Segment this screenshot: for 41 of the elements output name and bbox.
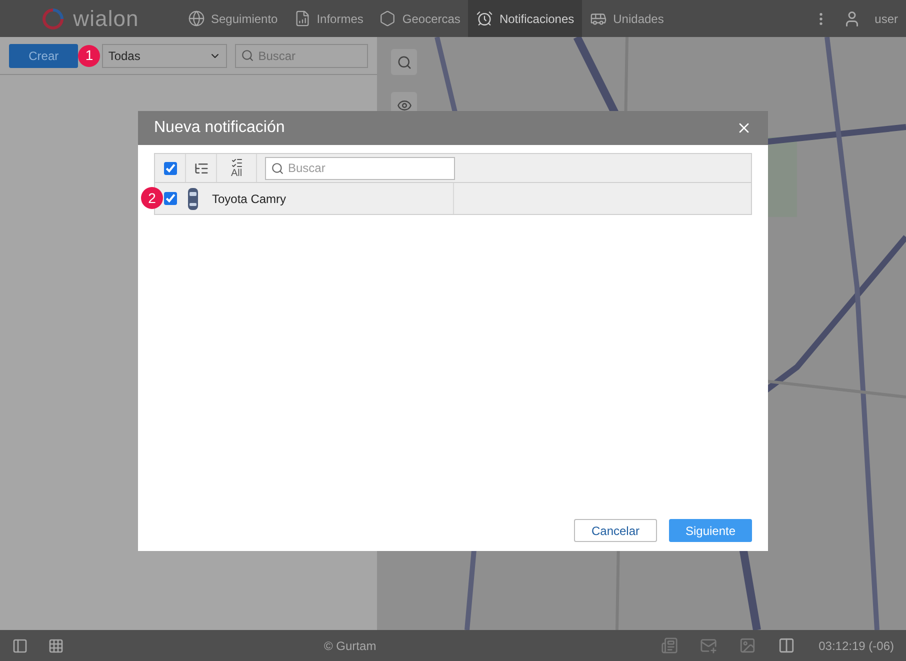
nav-tab[interactable]: Unidades: [582, 0, 672, 37]
show-all-button[interactable]: All: [217, 154, 257, 182]
search-field[interactable]: Buscar: [235, 44, 368, 68]
hexagon-icon: [379, 10, 396, 27]
logo-icon: [41, 6, 66, 30]
unit-checkbox[interactable]: [164, 192, 177, 205]
map-search-button[interactable]: [391, 49, 417, 75]
copyright: © Gurtam: [324, 638, 376, 654]
nav-tab[interactable]: Geocercas: [371, 0, 468, 37]
user-name[interactable]: user: [874, 10, 898, 28]
nav-tab[interactable]: Seguimiento: [180, 0, 286, 37]
list-tree-icon: [194, 160, 208, 176]
dialog-title: Nueva notificación: [154, 118, 285, 138]
clock-time: 03:12:19 (-06): [818, 638, 894, 654]
search-icon: [271, 162, 284, 174]
grid-icon[interactable]: [48, 638, 64, 654]
next-button[interactable]: Siguiente: [669, 519, 752, 542]
unit-name: Toyota Camry: [212, 190, 286, 208]
search-field[interactable]: Buscar: [265, 156, 455, 180]
nav-tab[interactable]: Notificaciones: [468, 0, 582, 37]
car-icon: [187, 186, 199, 210]
step-marker: 1: [78, 44, 100, 66]
columns-icon[interactable]: [778, 637, 795, 654]
search-icon: [396, 54, 412, 70]
mail-icon[interactable]: [700, 637, 717, 654]
alarm-clock-icon: [476, 10, 494, 27]
create-button[interactable]: Crear: [9, 44, 78, 68]
logo-text: wialon: [73, 5, 139, 33]
panel-icon[interactable]: [12, 638, 28, 654]
image-icon[interactable]: [738, 637, 756, 654]
select-all-checkbox[interactable]: [164, 162, 176, 174]
report-icon: [294, 10, 311, 27]
list-icon: [230, 157, 242, 169]
eye-icon: [396, 98, 412, 112]
filter-dropdown[interactable]: Todas: [102, 44, 228, 68]
nav-tab[interactable]: Informes: [286, 0, 372, 37]
news-icon[interactable]: [660, 637, 678, 654]
search-icon: [241, 49, 254, 62]
cancel-button[interactable]: Cancelar: [574, 519, 657, 542]
globe-icon: [188, 10, 205, 27]
step-marker: 2: [141, 187, 163, 209]
